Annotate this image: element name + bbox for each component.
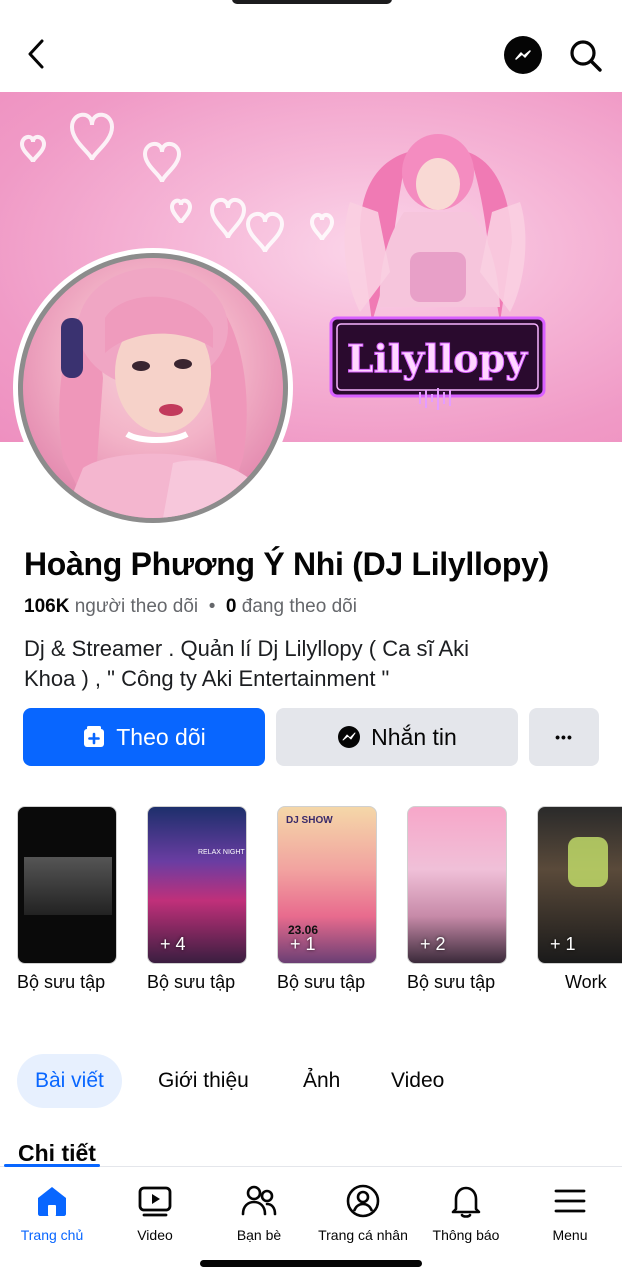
highlight-thumbnail: + 1 [537, 806, 622, 964]
search-button[interactable] [566, 36, 606, 76]
highlight-count: + 2 [420, 934, 446, 954]
back-button[interactable] [18, 34, 54, 74]
thumb-caption: DJ SHOW [286, 815, 333, 826]
video-icon [138, 1186, 172, 1217]
highlight-item[interactable]: DJ SHOW 23.06 + 1 Bộ sưu tập [277, 806, 387, 993]
profile-icon [346, 1184, 380, 1218]
more-icon: ••• [555, 729, 573, 745]
active-tab-indicator [4, 1164, 100, 1167]
follow-icon [82, 725, 106, 749]
home-indicator [200, 1260, 422, 1267]
nav-home[interactable]: Trang chủ [0, 1181, 104, 1243]
profile-name: Hoàng Phương Ý Nhi (DJ Lilyllopy) [24, 546, 549, 582]
details-heading: Chi tiết [18, 1140, 96, 1166]
profile-bio: Dj & Streamer . Quản lí Dj Lilyllopy ( C… [24, 634, 604, 694]
nav-profile[interactable]: Trang cá nhân [311, 1181, 415, 1243]
search-icon [570, 40, 602, 72]
stats-separator: • [208, 596, 216, 617]
highlight-thumbnail: RELAX NIGHT + 4 [147, 806, 247, 964]
tab-videos[interactable]: Video [391, 1054, 444, 1108]
bell-icon [451, 1186, 481, 1218]
highlight-label: Bộ sưu tập [17, 972, 106, 992]
nav-label: Menu [552, 1227, 588, 1243]
thumb-caption: RELAX NIGHT [198, 849, 245, 856]
nav-label: Trang cá nhân [318, 1227, 408, 1243]
followers-label[interactable]: người theo dõi [75, 596, 198, 617]
tab-posts[interactable]: Bài viết [17, 1054, 122, 1108]
bio-line: Dj & Streamer . Quản lí Dj Lilyllopy ( C… [24, 636, 470, 661]
status-bar-pill [232, 0, 392, 4]
follow-button[interactable]: Theo dõi [23, 708, 265, 766]
nav-video[interactable]: Video [103, 1181, 207, 1243]
nav-label: Bạn bè [236, 1227, 282, 1243]
nav-label: Thông báo [432, 1227, 500, 1243]
nav-notifications[interactable]: Thông báo [414, 1181, 518, 1243]
highlight-item[interactable]: + 2 Bộ sưu tập [407, 806, 517, 993]
messenger-icon [337, 725, 361, 749]
nav-menu[interactable]: Menu [518, 1181, 622, 1243]
top-bar [0, 22, 622, 86]
highlight-label: Work [565, 972, 607, 992]
message-button[interactable]: Nhắn tin [276, 708, 518, 766]
messenger-button[interactable] [504, 36, 542, 74]
highlight-thumbnail: + 2 [407, 806, 507, 964]
profile-tabs: Bài viết Giới thiệu Ảnh Video [0, 1054, 622, 1108]
highlight-count: + 1 [290, 934, 316, 954]
tab-about[interactable]: Giới thiệu [158, 1054, 249, 1108]
messenger-icon [515, 50, 531, 60]
more-options-button[interactable]: ••• [529, 708, 599, 766]
featured-collections: Bộ sưu tập RELAX NIGHT + 4 Bộ sưu tập DJ… [0, 806, 622, 1006]
following-label[interactable]: đang theo dõi [242, 596, 357, 617]
highlight-item[interactable]: + 1 Work [537, 806, 622, 993]
highlight-label: Bộ sưu tập [407, 972, 496, 992]
highlight-label: Bộ sưu tập [147, 972, 236, 992]
followers-count[interactable]: 106K [24, 596, 69, 617]
chevron-left-icon [28, 39, 44, 69]
highlight-item[interactable]: RELAX NIGHT + 4 Bộ sưu tập [147, 806, 257, 993]
menu-icon [554, 1189, 586, 1213]
following-count[interactable]: 0 [226, 596, 237, 617]
highlight-thumbnail [17, 806, 117, 964]
follow-stats: 106K người theo dõi • 0 đang theo dõi [24, 596, 357, 618]
nav-friends[interactable]: Bạn bè [207, 1181, 311, 1243]
highlight-item[interactable]: Bộ sưu tập [17, 806, 127, 993]
highlight-label: Bộ sưu tập [277, 972, 366, 992]
bio-line: Khoa ) , " Công ty Aki Entertainment " [24, 666, 390, 691]
highlight-count: + 4 [160, 934, 186, 954]
follow-label: Theo dõi [116, 723, 206, 750]
cover-logo-text: Lilyllopy [347, 336, 528, 381]
cover-character [344, 134, 526, 322]
profile-avatar[interactable] [13, 248, 293, 528]
tab-photos[interactable]: Ảnh [303, 1054, 340, 1108]
nav-label: Trang chủ [20, 1227, 84, 1243]
avatar-photo [18, 253, 288, 523]
message-label: Nhắn tin [371, 723, 457, 750]
home-icon [38, 1187, 66, 1216]
nav-label: Video [137, 1227, 173, 1243]
highlight-count: + 1 [550, 934, 576, 954]
friends-icon [241, 1185, 277, 1216]
highlight-thumbnail: DJ SHOW 23.06 + 1 [277, 806, 377, 964]
